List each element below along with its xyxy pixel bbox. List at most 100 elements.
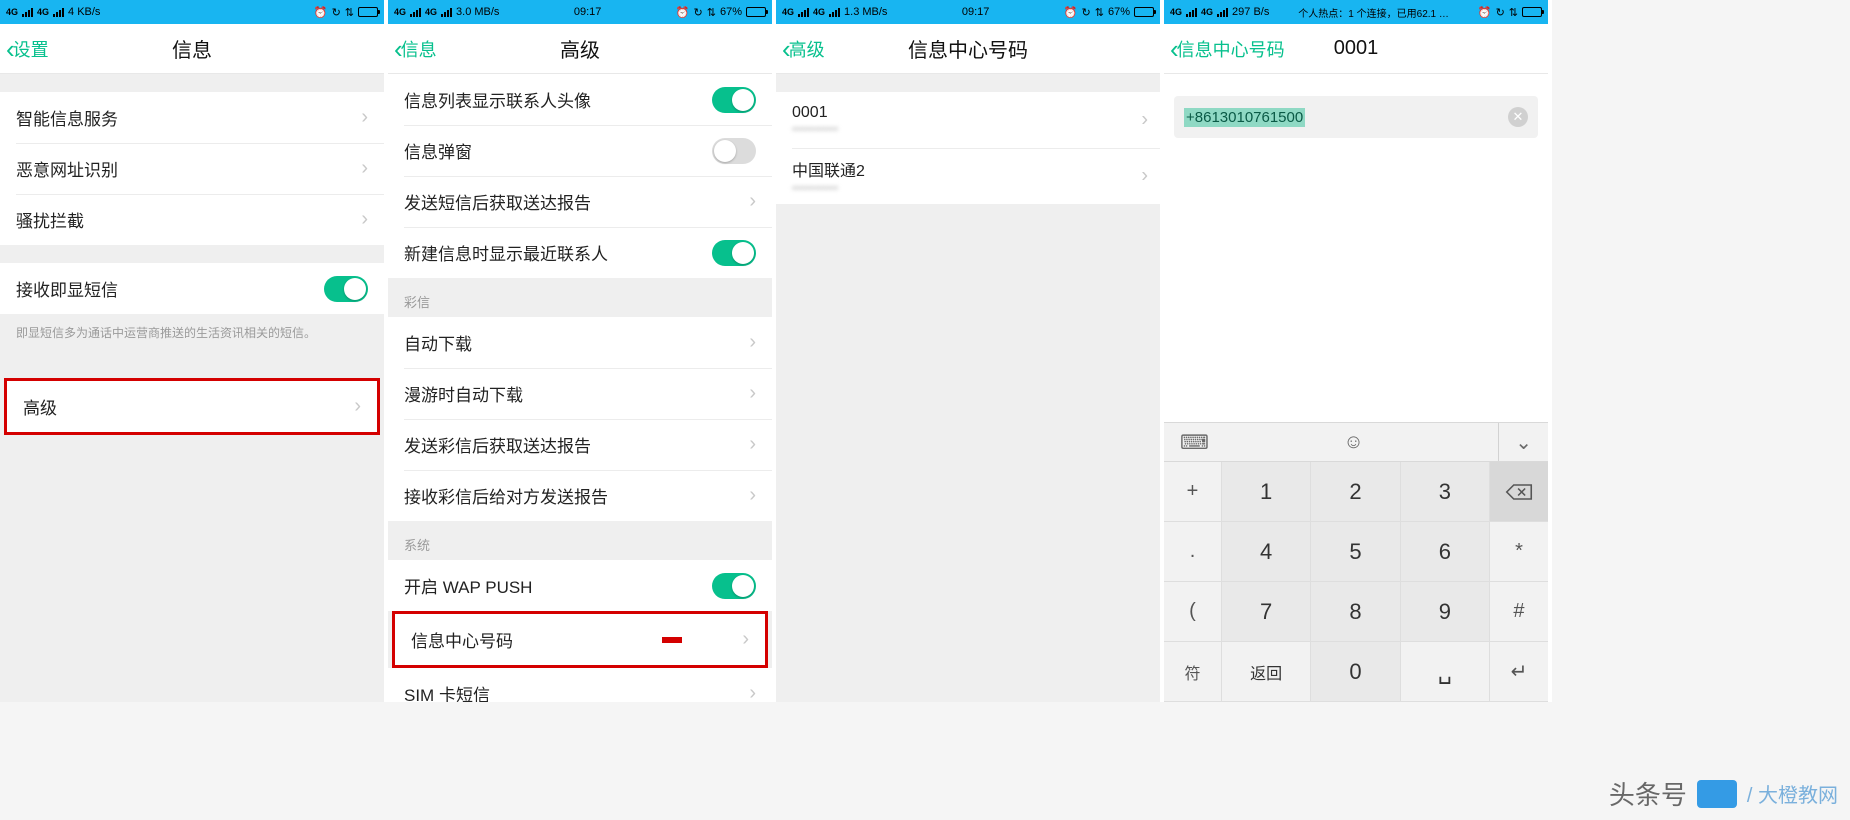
row-popup[interactable]: 信息弹窗	[388, 125, 772, 176]
battery-icon	[358, 7, 378, 17]
chevron-right-icon: ›	[1141, 165, 1148, 188]
row-smsc[interactable]: 信息中心号码›	[395, 614, 765, 665]
smsc-input[interactable]: +8613010761500 ✕	[1174, 96, 1538, 138]
sim-number-blurred: •••••••••••	[792, 181, 1144, 195]
toggle-avatar[interactable]	[712, 87, 756, 113]
row-auto-download[interactable]: 自动下载›	[388, 317, 772, 368]
row-spam-block[interactable]: 骚扰拦截›	[0, 194, 384, 245]
clock: 09:17	[962, 6, 990, 18]
net-speed: 3.0 MB/s	[456, 6, 499, 18]
key-paren[interactable]: (	[1164, 582, 1222, 642]
status-bar: 4G 4G 1.3 MB/s 09:17 ⏰ ↻ ⇅ 67%	[776, 0, 1160, 24]
watermark: 头条号 / 大橙教网	[1609, 775, 1838, 812]
signal-bars2-icon	[1217, 7, 1228, 17]
key-space[interactable]: ␣	[1401, 642, 1490, 702]
toggle-wap[interactable]	[712, 573, 756, 599]
sim-row-2[interactable]: 中国联通2 ••••••••••• ›	[776, 148, 1160, 204]
collapse-keyboard-icon[interactable]: ⌄	[1498, 423, 1532, 461]
row-advanced[interactable]: 高级›	[7, 381, 377, 432]
signal-4g-icon: 4G	[6, 7, 18, 17]
phone-screen-3: 4G 4G 1.3 MB/s 09:17 ⏰ ↻ ⇅ 67% ‹ 高级 信息中心…	[776, 0, 1164, 702]
signal-4g2-icon: 4G	[425, 7, 437, 17]
key-8[interactable]: 8	[1311, 582, 1400, 642]
signal-bars-icon	[410, 7, 421, 17]
backspace-icon	[1505, 483, 1533, 501]
clear-icon[interactable]: ✕	[1508, 107, 1528, 127]
signal-4g-icon: 4G	[394, 7, 406, 17]
key-symbol[interactable]: 符	[1164, 642, 1222, 702]
battery-pct: 67%	[720, 6, 742, 18]
hotspot-text: 个人热点：1 个连接，已用62.1 …	[1298, 5, 1449, 20]
alarm-icon: ⏰	[676, 6, 690, 19]
nav-bar: ‹ 设置 信息	[0, 24, 384, 74]
signal-bars2-icon	[441, 7, 452, 17]
signal-bars-icon	[798, 7, 809, 17]
battery-icon	[1134, 7, 1154, 17]
key-0[interactable]: 0	[1311, 642, 1400, 702]
key-star[interactable]: *	[1490, 522, 1548, 582]
toggle-flash-sms[interactable]	[324, 276, 368, 302]
row-sim-sms[interactable]: SIM 卡短信›	[388, 668, 772, 702]
row-delivery-report[interactable]: 发送短信后获取送达报告›	[388, 176, 772, 227]
key-backspace[interactable]	[1490, 462, 1548, 522]
chevron-right-icon: ›	[1141, 109, 1148, 132]
key-9[interactable]: 9	[1401, 582, 1490, 642]
signal-4g2-icon: 4G	[813, 7, 825, 17]
toggle-recent[interactable]	[712, 240, 756, 266]
toggle-popup[interactable]	[712, 138, 756, 164]
row-smart-sms[interactable]: 智能信息服务›	[0, 92, 384, 143]
nfc-icon: ↻	[694, 6, 703, 19]
status-bar: 4G 4G 4 KB/s ⏰ ↻ ⇅	[0, 0, 384, 24]
key-hash[interactable]: #	[1490, 582, 1548, 642]
page-title: 信息中心号码	[776, 34, 1160, 63]
key-7[interactable]: 7	[1222, 582, 1311, 642]
battery-pct: 67%	[1108, 6, 1130, 18]
key-1[interactable]: 1	[1222, 462, 1311, 522]
emoji-icon[interactable]: ☺	[1343, 431, 1363, 454]
signal-4g-icon: 4G	[782, 7, 794, 17]
chevron-right-icon: ›	[749, 382, 756, 405]
row-recent-contacts[interactable]: 新建信息时显示最近联系人	[388, 227, 772, 278]
back-button[interactable]: ‹ 高级	[776, 36, 825, 62]
row-flash-sms[interactable]: 接收即显短信	[0, 263, 384, 314]
back-button[interactable]: ‹ 信息中心号码	[1164, 36, 1285, 62]
key-dot[interactable]: .	[1164, 522, 1222, 582]
key-3[interactable]: 3	[1401, 462, 1490, 522]
net-speed: 297 B/s	[1232, 6, 1269, 18]
chevron-right-icon: ›	[749, 484, 756, 507]
sim-name: 中国联通2	[792, 157, 1144, 181]
key-enter[interactable]: ↵	[1490, 642, 1548, 702]
bt-icon: ⇅	[1095, 6, 1104, 19]
key-6[interactable]: 6	[1401, 522, 1490, 582]
battery-icon	[746, 7, 766, 17]
numeric-keyboard: ⌨ ☺ ⌄ + 1 2 3 . 4 5 6 * (	[1164, 422, 1548, 702]
alarm-icon: ⏰	[1064, 6, 1078, 19]
net-speed: 4 KB/s	[68, 6, 100, 18]
smsc-value-selected: +8613010761500	[1184, 108, 1305, 127]
battery-icon	[1522, 7, 1542, 17]
status-bar: 4G 4G 297 B/s 个人热点：1 个连接，已用62.1 … ⏰ ↻ ⇅	[1164, 0, 1548, 24]
key-plus[interactable]: +	[1164, 462, 1222, 522]
key-return[interactable]: 返回	[1222, 642, 1311, 702]
keyboard-toolbar: ⌨ ☺ ⌄	[1164, 422, 1548, 462]
row-wap-push[interactable]: 开启 WAP PUSH	[388, 560, 772, 611]
row-mms-read-report[interactable]: 接收彩信后给对方发送报告›	[388, 470, 772, 521]
section-mms: 彩信	[388, 278, 772, 317]
keyboard-icon[interactable]: ⌨	[1180, 430, 1209, 455]
chevron-right-icon: ›	[749, 190, 756, 213]
chevron-right-icon: ›	[749, 433, 756, 456]
key-5[interactable]: 5	[1311, 522, 1400, 582]
signal-bars-icon	[22, 7, 33, 17]
key-4[interactable]: 4	[1222, 522, 1311, 582]
sim-row-1[interactable]: 0001 ••••••••••• ›	[776, 92, 1160, 148]
row-bad-url[interactable]: 恶意网址识别›	[0, 143, 384, 194]
row-roaming-download[interactable]: 漫游时自动下载›	[388, 368, 772, 419]
nav-bar: ‹ 信息中心号码 0001	[1164, 24, 1548, 74]
back-button[interactable]: ‹ 信息	[388, 36, 437, 62]
sim-name: 0001	[792, 104, 1144, 122]
row-show-avatar[interactable]: 信息列表显示联系人头像	[388, 74, 772, 125]
phone-screen-1: 4G 4G 4 KB/s ⏰ ↻ ⇅ ‹ 设置 信息 智能信息服务› 恶意网址识…	[0, 0, 388, 702]
row-mms-delivery[interactable]: 发送彩信后获取送达报告›	[388, 419, 772, 470]
back-button[interactable]: ‹ 设置	[0, 36, 49, 62]
key-2[interactable]: 2	[1311, 462, 1400, 522]
